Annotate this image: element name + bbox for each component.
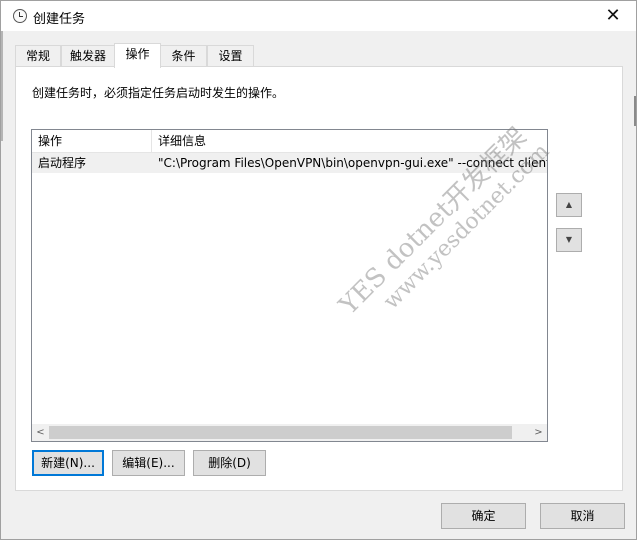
tab-conditions[interactable]: 条件 bbox=[160, 45, 207, 67]
create-task-dialog: 创建任务 ✕ 常规 触发器 操作 条件 设置 创建任务时，必须指定任务启动时发生… bbox=[0, 0, 637, 540]
table-row[interactable]: 启动程序 "C:\Program Files\OpenVPN\bin\openv… bbox=[32, 153, 547, 173]
delete-action-button[interactable]: 删除(D) bbox=[193, 450, 266, 476]
title-bar[interactable]: 创建任务 ✕ bbox=[1, 1, 636, 31]
tab-general[interactable]: 常规 bbox=[15, 45, 61, 67]
tab-triggers[interactable]: 触发器 bbox=[61, 45, 115, 67]
actions-list[interactable]: 操作 详细信息 启动程序 "C:\Program Files\OpenVPN\b… bbox=[31, 129, 548, 442]
scrollbar-thumb[interactable] bbox=[49, 426, 512, 439]
new-action-button[interactable]: 新建(N)... bbox=[32, 450, 104, 476]
close-button[interactable]: ✕ bbox=[590, 1, 636, 31]
list-header: 操作 详细信息 bbox=[32, 130, 547, 153]
horizontal-scrollbar[interactable]: < > bbox=[32, 424, 547, 441]
edit-action-button[interactable]: 编辑(E)... bbox=[112, 450, 185, 476]
background-window-edge bbox=[1, 31, 3, 141]
ok-button[interactable]: 确定 bbox=[441, 503, 526, 529]
clock-icon bbox=[13, 9, 27, 23]
tab-actions[interactable]: 操作 bbox=[114, 43, 161, 68]
scroll-right-icon[interactable]: > bbox=[530, 424, 547, 441]
column-header-details[interactable]: 详细信息 bbox=[152, 130, 547, 152]
column-header-action[interactable]: 操作 bbox=[32, 130, 152, 152]
cancel-button[interactable]: 取消 bbox=[540, 503, 625, 529]
row-details-cell: "C:\Program Files\OpenVPN\bin\openvpn-gu… bbox=[158, 156, 547, 170]
row-action-cell: 启动程序 bbox=[38, 156, 87, 170]
window-title: 创建任务 bbox=[33, 12, 86, 27]
move-down-button[interactable]: ▼ bbox=[556, 228, 582, 252]
background-window-edge-right bbox=[634, 96, 636, 126]
scroll-left-icon[interactable]: < bbox=[32, 424, 49, 441]
actions-description: 创建任务时，必须指定任务启动时发生的操作。 bbox=[32, 86, 285, 100]
tab-settings[interactable]: 设置 bbox=[207, 45, 254, 67]
move-up-button[interactable]: ▲ bbox=[556, 193, 582, 217]
actions-panel: 创建任务时，必须指定任务启动时发生的操作。 操作 详细信息 启动程序 "C:\P… bbox=[15, 66, 623, 491]
